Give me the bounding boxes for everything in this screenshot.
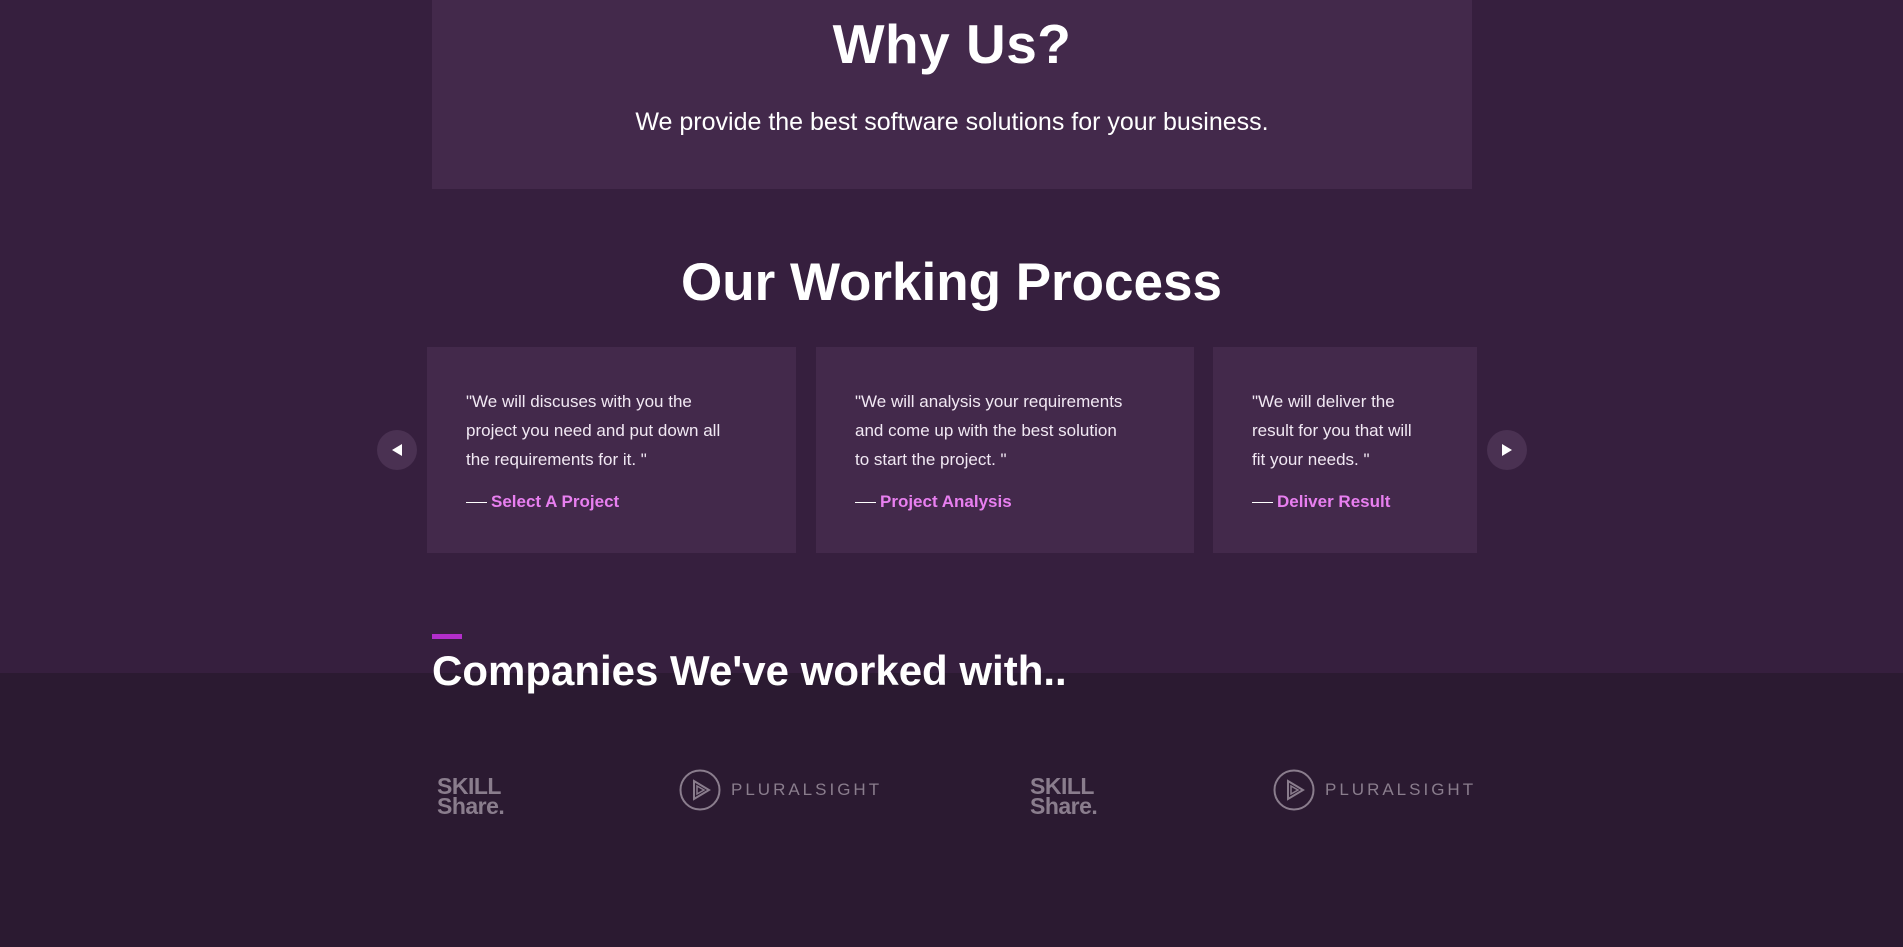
process-step-label: Project Analysis (880, 492, 1012, 511)
dash-divider (855, 501, 876, 503)
pluralsight-logo: PLURALSIGHT (679, 769, 882, 811)
process-card-quote: "We will deliver the result for you that… (1252, 392, 1412, 469)
process-step-label: Deliver Result (1277, 492, 1391, 511)
arrow-left-icon (392, 444, 402, 456)
why-us-subtitle: We provide the best software solutions f… (635, 108, 1269, 136)
why-us-panel: Why Us? We provide the best software sol… (432, 0, 1472, 189)
process-card-quote: "We will discuses with you the project y… (466, 392, 721, 469)
section-accent-bar (432, 634, 462, 639)
dash-divider (466, 501, 487, 503)
companies-section-background (0, 673, 1903, 947)
process-card-quote: "We will analysis your requirements and … (855, 392, 1123, 469)
process-title: Our Working Process (681, 253, 1222, 312)
skillshare-logo: SKILL Share. (1030, 773, 1098, 819)
companies-title: Companies We've worked with.. (432, 647, 1067, 694)
process-card-deliver-result: "We will deliver the result for you that… (1213, 347, 1477, 553)
process-card-project-analysis: "We will analysis your requirements and … (816, 347, 1194, 553)
carousel-next-button[interactable] (1487, 430, 1527, 470)
process-card-step: Project Analysis (855, 492, 1012, 512)
dash-divider (1252, 501, 1273, 503)
carousel-prev-button[interactable] (377, 430, 417, 470)
why-us-title: Why Us? (832, 13, 1072, 75)
process-step-label: Select A Project (491, 492, 620, 511)
pluralsight-logo: PLURALSIGHT (1273, 769, 1476, 811)
pluralsight-play-icon (1273, 769, 1315, 811)
process-card-select-project: "We will discuses with you the project y… (427, 347, 796, 553)
pluralsight-play-icon (679, 769, 721, 811)
process-card-step: Deliver Result (1252, 492, 1390, 512)
arrow-right-icon (1502, 444, 1512, 456)
skillshare-logo: SKILL Share. (437, 773, 505, 819)
process-card-step: Select A Project (466, 492, 619, 512)
